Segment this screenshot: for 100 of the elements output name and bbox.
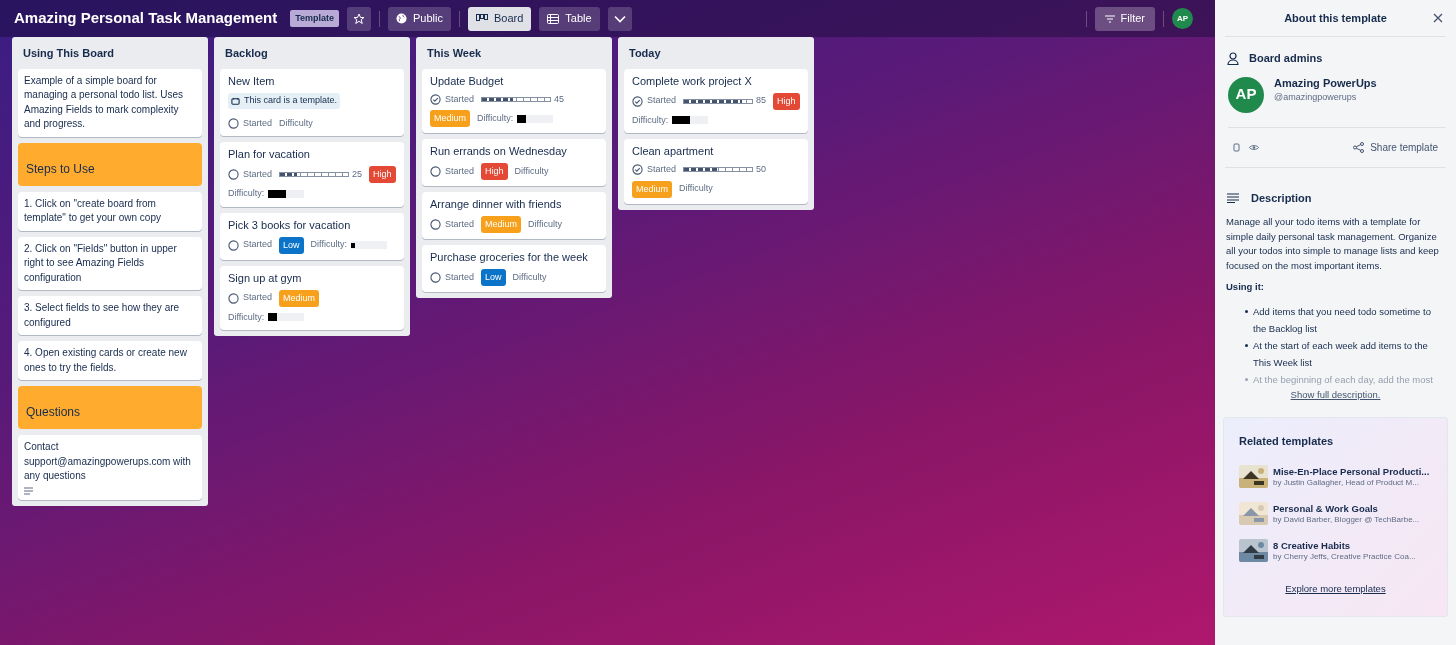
- close-button[interactable]: [1432, 12, 1444, 24]
- difficulty-label: Difficulty:: [310, 238, 347, 252]
- difficulty-label: Difficulty:: [632, 113, 669, 127]
- description-heading: Description: [1251, 190, 1312, 206]
- task-card[interactable]: Run errands on Wednesday Started High Difficulty: [422, 139, 606, 186]
- note-card[interactable]: 4. Open existing cards or create new ones to try the fields.: [18, 341, 202, 380]
- copy-icon[interactable]: [1233, 142, 1241, 152]
- note-card[interactable]: 1. Click on "create board from template" to get your own copy: [18, 191, 202, 231]
- template-title: Mise-En-Place Personal Producti...: [1273, 465, 1430, 477]
- started-label: Started: [243, 116, 273, 130]
- started-label: Started: [445, 92, 475, 106]
- list-title: Backlog: [224, 46, 269, 61]
- started-label: Started: [445, 270, 475, 284]
- view-tab[interactable]: Board: [467, 6, 532, 31]
- check-circle-icon: [632, 95, 643, 107]
- task-card[interactable]: New Item This card is a template. Started Difficulty: [220, 68, 404, 136]
- card-title: Purchase groceries for the week: [430, 250, 589, 265]
- related-template-item[interactable]: Personal & Work Goals by David Barber, Blogger @ TechBarbe...: [1239, 502, 1432, 525]
- filter-button[interactable]: Filter: [1094, 6, 1155, 31]
- description-text: Manage all your todo items with a template for simple daily personal task management. Organize all your todos into simple to manage lists and keep focused on the most important items.: [1226, 215, 1440, 273]
- difficulty-label: Difficulty: [679, 182, 713, 196]
- admins-heading: Board admins: [1249, 51, 1323, 66]
- template-badge: Template: [290, 9, 339, 28]
- visibility-button[interactable]: Public: [388, 6, 451, 31]
- related-template-item[interactable]: 8 Creative Habits by Cherry Jeffs, Creative Practice Coa...: [1239, 539, 1432, 562]
- empty-circle-icon: [228, 117, 239, 129]
- list-title: Using This Board: [22, 46, 116, 61]
- template-title: 8 Creative Habits: [1273, 539, 1352, 551]
- share-icon: [1353, 141, 1365, 153]
- progress-reading: 50: [756, 163, 767, 176]
- started-label: Started: [647, 94, 677, 108]
- admin-avatar[interactable]: AP: [1228, 76, 1264, 113]
- difficulty-label: Difficulty: [514, 164, 549, 178]
- template-byline: by Justin Gallagher, Head of Product M...: [1273, 476, 1420, 488]
- card-title: Plan for vacation: [228, 147, 311, 162]
- card-title: New Item: [228, 73, 276, 89]
- bullet-text: At the start of each week add items to the This Week list: [1253, 339, 1429, 371]
- started-label: Started: [445, 164, 475, 178]
- note-text: 1. Click on "create board from template" to get your own copy: [24, 196, 162, 225]
- check-circle-icon: [430, 93, 441, 105]
- note-text: 4. Open existing cards or create new ones to try the fields.: [24, 346, 188, 375]
- task-card[interactable]: Clean apartment Started 50 Medium Difficulty: [624, 139, 808, 204]
- section-header-card[interactable]: Questions: [18, 386, 202, 429]
- started-label: Started: [445, 217, 475, 231]
- bullet-text: At the beginning of each day, add the most: [1253, 373, 1433, 388]
- share-button[interactable]: Share template: [1353, 139, 1438, 155]
- board-title: Amazing Personal Task Management: [14, 8, 278, 29]
- explore-link[interactable]: Explore more templates: [1239, 582, 1432, 597]
- difficulty-label: Difficulty: [512, 270, 547, 284]
- star-button[interactable]: [347, 6, 371, 31]
- related-template-item[interactable]: Mise-En-Place Personal Producti... by Justin Gallagher, Head of Product M...: [1239, 465, 1432, 488]
- empty-circle-icon: [430, 166, 441, 177]
- note-card[interactable]: Example of a simple board for managing a personal todo list. Uses Amazing Fields to mark complexity and progress.: [18, 68, 202, 137]
- task-card[interactable]: Sign up at gym Started Medium Difficulty:: [220, 265, 404, 330]
- using-heading: Using it:: [1226, 280, 1265, 294]
- view-tab[interactable]: Table: [539, 6, 600, 31]
- progress-reading: 25: [352, 167, 363, 181]
- priority-label: High: [481, 163, 508, 180]
- star-icon: [353, 12, 365, 25]
- template-byline: by David Barber, Blogger @ TechBarbe...: [1273, 513, 1420, 525]
- close-icon: [1433, 13, 1443, 23]
- section-header-card[interactable]: Steps to Use: [18, 142, 202, 186]
- task-card[interactable]: Pick 3 books for vacation Started Low Difficulty:: [220, 212, 404, 260]
- note-card[interactable]: 2. Click on "Fields" button in upper right to see Amazing Fields configuration: [18, 236, 202, 290]
- note-text: Contact support@amazingpowerups.com with any questions: [24, 440, 192, 483]
- progress-reading: 45: [554, 92, 565, 106]
- bullet-text: Add items that you need todo sometime to the Backlog list: [1253, 305, 1432, 337]
- board-icon: [475, 14, 488, 23]
- admin-handle: @amazingpowerups: [1274, 91, 1358, 104]
- difficulty-label: Difficulty: [528, 217, 562, 231]
- table-icon: [547, 13, 560, 24]
- started-label: Started: [243, 291, 273, 305]
- empty-circle-icon: [228, 169, 239, 180]
- bullet-icon: [1245, 378, 1248, 382]
- task-card[interactable]: Complete work project X Started 85 High Difficulty:: [624, 68, 808, 133]
- more-views-button[interactable]: [607, 6, 632, 31]
- priority-label: Medium: [632, 180, 672, 198]
- user-avatar[interactable]: AP: [1172, 8, 1193, 29]
- started-label: Started: [243, 238, 273, 252]
- note-card[interactable]: 3. Select fields to see how they are configured: [18, 296, 202, 335]
- task-card[interactable]: Arrange dinner with friends Started Medium Difficulty: [422, 192, 606, 239]
- task-card[interactable]: Plan for vacation Started 25 High Difficulty:: [220, 142, 404, 207]
- card-title: Complete work project X: [632, 73, 753, 89]
- note-text: 3. Select fields to see how they are configured: [24, 301, 181, 330]
- list-title: This Week: [426, 46, 483, 61]
- bullet-icon: [1245, 310, 1248, 314]
- eye-icon[interactable]: [1249, 143, 1259, 151]
- show-description-link[interactable]: Show full description.: [1290, 388, 1381, 403]
- task-card[interactable]: Update Budget Started 45 Medium Difficulty:: [422, 68, 606, 133]
- task-card[interactable]: Purchase groceries for the week Started Low Difficulty: [422, 245, 606, 292]
- note-text: Example of a simple board for managing a personal todo list. Uses Amazing Fields to mark complexity and progress.: [24, 73, 184, 131]
- card-title: Run errands on Wednesday: [430, 144, 568, 159]
- filter-icon: [1104, 14, 1115, 23]
- globe-icon: [396, 13, 407, 24]
- note-card[interactable]: Contact support@amazingpowerups.com with any questions: [18, 435, 202, 500]
- related-heading: Related templates: [1239, 433, 1335, 449]
- difficulty-label: Difficulty:: [477, 111, 514, 125]
- note-text: 2. Click on "Fields" button in upper right to see Amazing Fields configuration: [24, 241, 178, 285]
- card-title: Clean apartment: [632, 144, 715, 159]
- difficulty-label: Difficulty:: [228, 187, 265, 200]
